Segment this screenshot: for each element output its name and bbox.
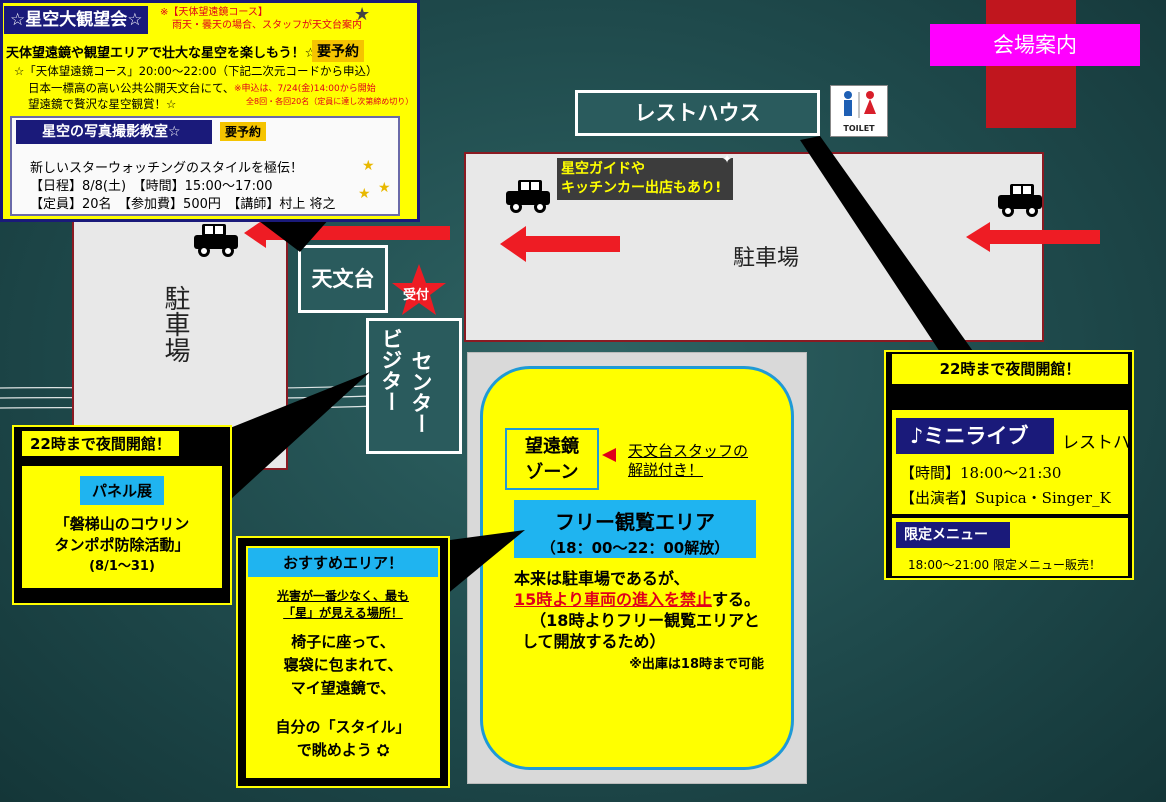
limited-menu-desc: 18:00～21:00 限定メニュー販売！ [908, 558, 1101, 572]
star-icon: ★ [358, 186, 371, 202]
event-lead: 天体望遠鏡や観望エリアで壮大な星空を楽しもう！☆ [6, 46, 317, 61]
event-reserve: 要予約 [312, 40, 364, 62]
recommend-callout-body: おすすめエリア！ 光害が一番少なく、最も 「星」が見える場所！ 椅子に座って、 … [246, 546, 440, 778]
event-title: ☆星空大観望会☆ [4, 6, 149, 34]
event-apply-note1: ※申込は、7/24(金)14:00から開始 [234, 84, 376, 94]
recommend-sub1: 光害が一番少なく、最も [276, 589, 409, 603]
mini-live-place: レストハ [1062, 433, 1128, 453]
telescope-icon: ⛭ [371, 741, 390, 759]
event-apply-note2: 全8回・各回20名（定員に達し次第締め切り） [246, 97, 414, 106]
visitor-callout-headline: 22時まで夜間開館！ [22, 431, 179, 456]
photo-class-title: 星空の写真撮影教室☆ [16, 120, 212, 144]
event-note: ※【天体望遠鏡コース】 雨天・曇天の場合、スタッフが天文台案内 [160, 6, 362, 32]
panel-exhibit-line1: 「磐梯山のコウリン [54, 515, 190, 533]
recommend-line3: マイ望遠鏡で、 [290, 679, 396, 697]
mini-live-performers: 【出演者】Supica・Singer_K [900, 489, 1111, 507]
mini-live-time: 【時間】18:00～21:30 [900, 464, 1062, 482]
panel-exhibit-line2: タンポポ防除活動」 [54, 536, 190, 554]
recommend-line5-row: で眺めよう ⛭ [246, 739, 440, 760]
star-icon: ★ [362, 158, 375, 174]
photo-class-line1: 新しいスターウォッチングのスタイルを極伝！ [30, 161, 304, 176]
mini-live-title: ♪ミニライブ [896, 418, 1054, 454]
recommend-line5: で眺めよう [296, 741, 372, 759]
panel-exhibit-label: パネル展 [79, 476, 164, 505]
panel-exhibit-dates: (8/1～31) [89, 559, 155, 574]
photo-class-line2: 【日程】8/8(土) 【時間】15:00～17:00 [30, 179, 273, 194]
photo-class-line3: 【定員】20名 【参加費】500円 【講師】村上 将之 [30, 197, 336, 212]
recommend-line1: 椅子に座って、 [291, 633, 395, 651]
event-note-line1: ※【天体望遠鏡コース】 [160, 7, 268, 18]
limited-menu-title: 限定メニュー [896, 522, 1010, 548]
event-desc-1: 日本一標高の高い公共公開天文台にて、 [28, 81, 235, 95]
recommend-line4: 自分の「スタイル」 [275, 718, 411, 736]
photo-class-reserve: 要予約 [220, 122, 267, 141]
visitor-callout-body: パネル展 「磐梯山のコウリン タンポポ防除活動」 (8/1～31) [22, 466, 222, 588]
venue-guide-badge: 会場案内 [930, 24, 1140, 66]
event-note-line2: 雨天・曇天の場合、スタッフが天文台案内 [172, 20, 362, 31]
resthouse-callout-headline: 22時まで夜間開館！ [892, 354, 1128, 384]
event-course: ☆「天体望遠鏡コース」20:00～22:00（下記二次元コードから申込） [14, 64, 378, 78]
event-star-icon: ★ [354, 4, 371, 25]
recommend-title: おすすめエリア！ [248, 548, 438, 577]
star-icon: ★ [378, 180, 391, 196]
event-desc-2: 望遠鏡で贅沢な星空観賞！☆ [28, 97, 177, 111]
recommend-line2: 寝袋に包まれて、 [283, 656, 403, 674]
recommend-sub2: 「星」が見える場所！ [283, 606, 403, 620]
